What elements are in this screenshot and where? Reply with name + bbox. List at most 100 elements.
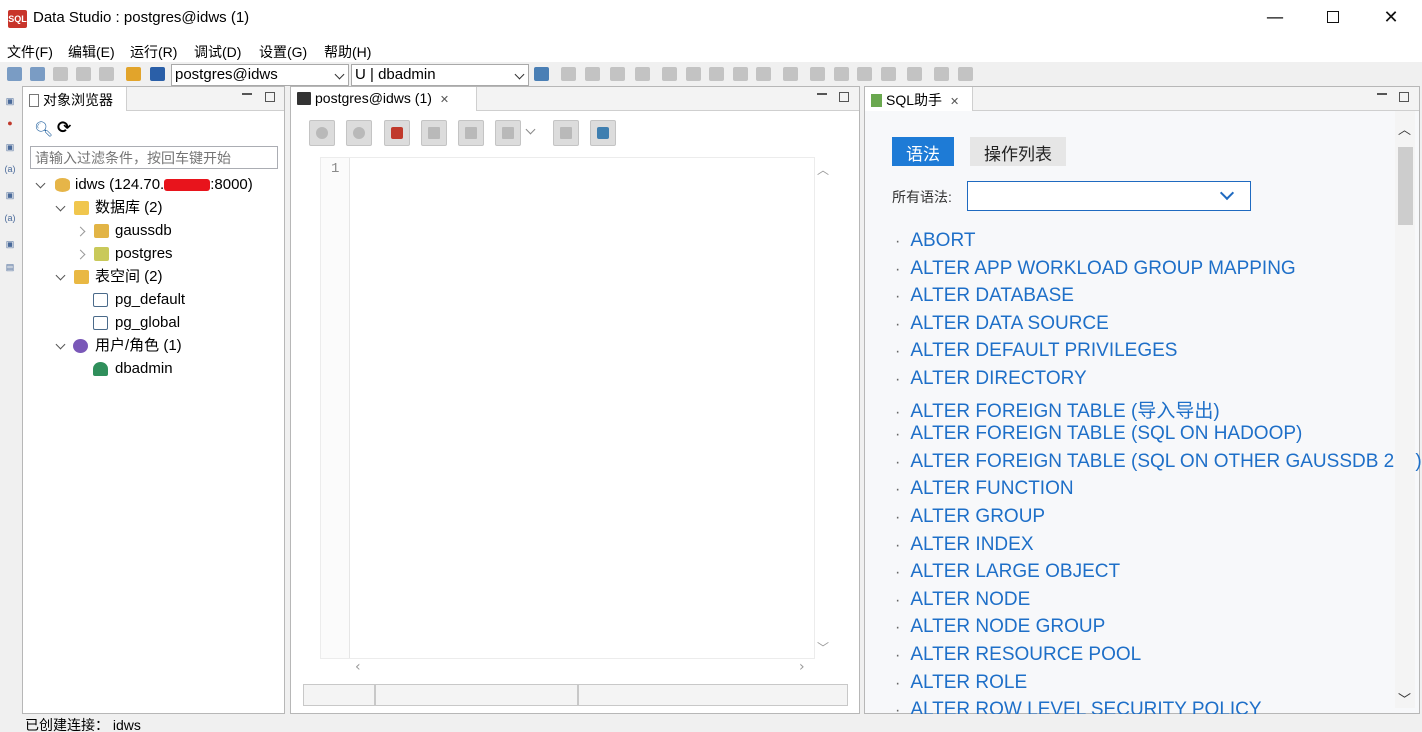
syntax-link[interactable]: ALTER GROUP [910, 506, 1045, 527]
tree-node-users[interactable]: 用户/角色 (1) [53, 335, 273, 357]
collapse-icon[interactable] [907, 67, 922, 81]
syntax-link[interactable]: ALTER DATA SOURCE [910, 313, 1108, 334]
syntax-link[interactable]: ALTER NODE [910, 589, 1030, 610]
tree-node-server[interactable]: idws (124.70.:8000) [33, 174, 273, 196]
menu-settings[interactable]: 设置(G) [259, 42, 307, 62]
connection-select[interactable]: postgres@idws [171, 64, 349, 86]
variables-view-icon[interactable]: (a) [3, 164, 17, 176]
syntax-list-item[interactable]: · ALTER FOREIGN TABLE (SQL ON HADOOP) [895, 423, 1302, 449]
menu-help[interactable]: 帮助(H) [324, 42, 371, 62]
tree-node-databases[interactable]: 数据库 (2) [53, 197, 273, 219]
tree-node-gaussdb[interactable]: gaussdb [73, 220, 273, 242]
tree-node-pg-default[interactable]: pg_default [93, 289, 273, 311]
menu-run[interactable]: 运行(R) [130, 42, 177, 62]
collapse-icon[interactable] [75, 226, 86, 237]
scroll-up-icon[interactable]: ︿ [1398, 119, 1411, 138]
menu-edit[interactable]: 编辑(E) [68, 42, 115, 62]
maximize-button[interactable] [1304, 0, 1362, 38]
syntax-list-item[interactable]: · ALTER FUNCTION [895, 478, 1074, 504]
tree-node-tablespaces[interactable]: 表空间 (2) [53, 266, 273, 288]
format-icon[interactable] [783, 67, 798, 81]
restore-panel-icon[interactable]: ▣ [3, 190, 17, 202]
syntax-list-item[interactable]: · ALTER DATABASE [895, 285, 1074, 311]
breakpoint-view-icon[interactable]: ● [3, 118, 17, 130]
step-into-icon[interactable] [686, 67, 701, 81]
syntax-link[interactable]: ALTER DIRECTORY [910, 368, 1086, 389]
syntax-link[interactable]: ALTER DEFAULT PRIVILEGES [910, 340, 1177, 361]
tab-object-browser[interactable]: 对象浏览器 [23, 87, 127, 111]
indent-icon[interactable] [934, 67, 949, 81]
restore-panel-icon[interactable]: ▣ [3, 96, 17, 108]
syntax-link[interactable]: ALTER NODE GROUP [910, 616, 1105, 637]
user-select[interactable]: U | dbadmin [351, 64, 529, 86]
execute-button[interactable] [309, 120, 335, 146]
syntax-list-item[interactable]: · ALTER APP WORKLOAD GROUP MAPPING [895, 258, 1296, 284]
cancel-query-icon[interactable] [76, 67, 91, 81]
open-file-icon[interactable] [126, 67, 141, 81]
scroll-left-icon[interactable]: ‹ [355, 659, 361, 675]
menu-debug[interactable]: 调试(D) [194, 42, 241, 62]
maximize-icon[interactable] [1399, 92, 1409, 102]
outdent-icon[interactable] [958, 67, 973, 81]
syntax-list-item[interactable]: · ALTER RESOURCE POOL [895, 644, 1141, 670]
collapse-icon[interactable] [75, 249, 86, 260]
syntax-link[interactable]: ALTER ROLE [910, 672, 1027, 693]
comment-icon[interactable] [857, 67, 872, 81]
syntax-link[interactable]: ALTER RESOURCE POOL [910, 644, 1141, 665]
expand-icon[interactable] [55, 339, 66, 350]
maximize-icon[interactable] [839, 92, 849, 102]
maximize-icon[interactable] [265, 92, 275, 102]
scroll-right-icon[interactable]: › [799, 659, 805, 675]
refresh-connection-icon[interactable] [53, 67, 68, 81]
syntax-list-item[interactable]: · ALTER LARGE OBJECT [895, 561, 1120, 587]
syntax-link[interactable]: ALTER DATABASE [910, 285, 1074, 306]
tab-operation-list[interactable]: 操作列表 [970, 137, 1066, 166]
expand-icon[interactable] [55, 201, 66, 212]
minimize-icon[interactable] [1377, 93, 1387, 95]
tab-sql-help[interactable]: SQL助手 ✕ [865, 87, 973, 111]
rollback-button[interactable] [458, 120, 484, 146]
syntax-list-item[interactable]: · ALTER INDEX [895, 534, 1034, 560]
syntax-link[interactable]: ALTER LARGE OBJECT [910, 561, 1120, 582]
search-icon[interactable]: 🔍︎ [34, 120, 53, 138]
syntax-link[interactable]: ALTER APP WORKLOAD GROUP MAPPING [910, 258, 1295, 279]
syntax-link[interactable]: ALTER INDEX [910, 534, 1033, 555]
syntax-list-item[interactable]: · ALTER ROLE [895, 672, 1027, 698]
filter-input[interactable] [30, 146, 278, 169]
minimize-button[interactable]: — [1246, 0, 1304, 38]
menu-file[interactable]: 文件(F) [7, 42, 53, 62]
lowercase-icon[interactable] [834, 67, 849, 81]
syntax-link[interactable]: ALTER FOREIGN TABLE (SQL ON HADOOP) [910, 423, 1302, 444]
syntax-list-item[interactable]: · ALTER DIRECTORY [895, 368, 1087, 394]
history-button[interactable] [384, 120, 410, 146]
scroll-up-icon[interactable]: ︿ [817, 161, 829, 178]
visual-plan-button[interactable] [590, 120, 616, 146]
scroll-down-icon[interactable]: ﹀ [817, 639, 829, 656]
copy-icon[interactable] [99, 67, 114, 81]
uppercase-icon[interactable] [810, 67, 825, 81]
terminate-debug-icon[interactable] [733, 67, 748, 81]
execute-step-button[interactable] [346, 120, 372, 146]
restore-panel-icon[interactable]: ▣ [3, 142, 17, 154]
syntax-list-item[interactable]: · ALTER DATA SOURCE [895, 313, 1109, 339]
close-window-button[interactable]: ✕ [1362, 0, 1420, 38]
tab-editor[interactable]: postgres@idws (1) ✕ [291, 87, 477, 111]
syntax-link[interactable]: ALTER FUNCTION [910, 478, 1073, 499]
chevron-down-icon[interactable] [525, 124, 536, 135]
stack-view-icon[interactable]: ▤ [3, 262, 17, 274]
close-icon[interactable]: ✕ [440, 93, 449, 106]
disconnect-icon[interactable] [30, 67, 45, 81]
close-icon[interactable]: ✕ [950, 95, 959, 108]
explain-plan-button[interactable] [553, 120, 579, 146]
syntax-list-item[interactable]: · ALTER GROUP [895, 506, 1045, 532]
minimize-icon[interactable] [817, 93, 827, 95]
step-over-icon[interactable] [662, 67, 677, 81]
save-icon[interactable] [150, 67, 165, 81]
tree-node-postgres[interactable]: postgres [73, 243, 273, 265]
syntax-link[interactable]: ABORT [910, 230, 975, 251]
expand-icon[interactable] [35, 178, 46, 189]
new-editor-icon[interactable] [534, 67, 549, 81]
syntax-select[interactable] [967, 181, 1251, 211]
syntax-list-item[interactable]: · ALTER NODE [895, 589, 1030, 615]
scrollbar-thumb[interactable] [1398, 147, 1413, 225]
